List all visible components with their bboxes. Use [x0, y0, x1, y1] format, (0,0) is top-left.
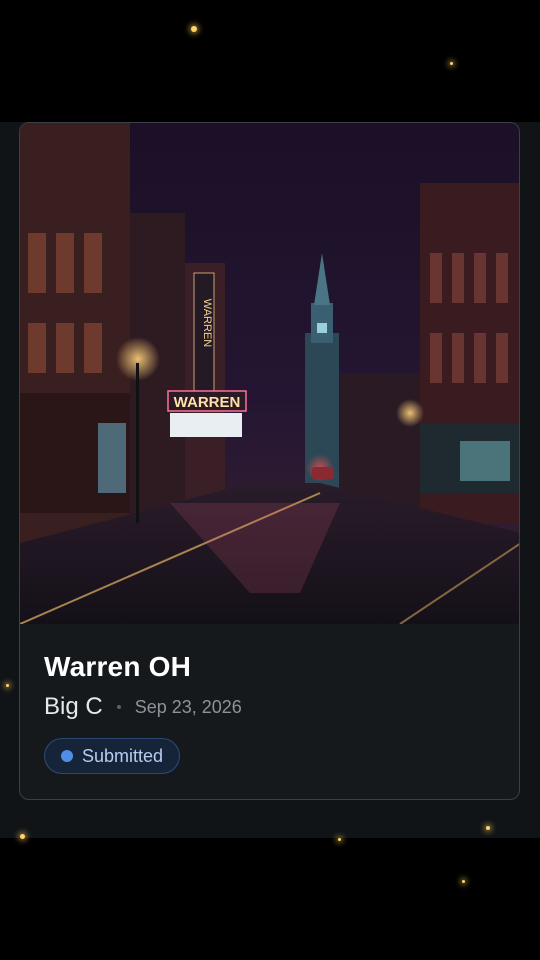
sparkle [6, 684, 9, 687]
sparkle [462, 880, 465, 883]
sparkle [191, 26, 197, 32]
sparkle [450, 62, 453, 65]
post-card[interactable]: WARREN WARREN Warren OH Big C Sep 23, 20… [19, 122, 520, 800]
status-dot-icon [61, 750, 73, 762]
post-title: Warren OH [44, 651, 192, 682]
meta-separator [116, 705, 121, 709]
marquee-text: WARREN [174, 394, 241, 411]
author-name[interactable]: Big C [44, 693, 103, 721]
status-badge: Submitted [44, 738, 181, 774]
post-image[interactable]: WARREN WARREN [20, 123, 520, 624]
marquee-vertical-text: WARREN [201, 299, 213, 348]
sparkle [486, 826, 490, 830]
post-date: Sep 23, 2026 [134, 696, 242, 717]
sparkle [338, 838, 341, 841]
status-label: Submitted [82, 745, 164, 766]
post-meta: Big C Sep 23, 2026 [44, 693, 242, 721]
sparkle [20, 834, 25, 839]
